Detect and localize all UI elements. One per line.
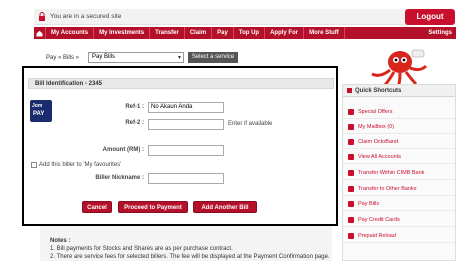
home-icon[interactable] bbox=[34, 27, 46, 39]
notes-title: Notes : bbox=[50, 238, 71, 244]
jompay-logo: Jom PAY bbox=[30, 100, 52, 122]
notes: Notes : 1. Bill payments for Stocks and … bbox=[50, 237, 330, 261]
nickname-label: Biller Nickname : bbox=[95, 175, 144, 181]
ref1-field[interactable]: No Akaun Anda bbox=[148, 102, 224, 113]
nav-top-up[interactable]: Top Up bbox=[234, 27, 266, 39]
nav-my-investments[interactable]: My Investments bbox=[94, 27, 151, 39]
shortcut-icon bbox=[348, 170, 354, 176]
nav-claim[interactable]: Claim bbox=[185, 27, 213, 39]
quick-shortcuts-header: Quick Shortcuts bbox=[343, 85, 455, 97]
shortcut-icon bbox=[347, 88, 352, 93]
shortcut-icon bbox=[348, 186, 354, 192]
ref2-hint: Enter if available bbox=[228, 121, 273, 127]
page: You are in a secured site Logout My Acco… bbox=[0, 0, 474, 261]
shortcut-label: Special Offers bbox=[358, 109, 393, 115]
service-select-value: Pay Bills bbox=[92, 54, 116, 60]
ref1-label: Ref-1 : bbox=[125, 104, 144, 110]
nav-more-stuff[interactable]: More Stuff bbox=[304, 27, 345, 39]
service-select[interactable]: Pay Bills ▾ bbox=[88, 52, 184, 63]
amount-field[interactable] bbox=[148, 145, 224, 156]
shortcut-icon bbox=[348, 139, 354, 145]
chevron-down-icon: ▾ bbox=[177, 55, 181, 61]
shortcut-transfer-other-banks[interactable]: Transfer to Other Banks bbox=[343, 182, 455, 196]
shortcut-label: Pay Bills bbox=[358, 201, 380, 207]
shortcut-icon bbox=[348, 154, 354, 160]
shortcut-label: My Mailbox (0) bbox=[358, 124, 395, 130]
shortcut-transfer-within-cimb[interactable]: Transfer Within CIMB Bank bbox=[343, 166, 455, 180]
nav-apply-for[interactable]: Apply For bbox=[265, 27, 305, 39]
favourite-label: Add this biller to 'My favourites' bbox=[39, 162, 122, 168]
nav-transfer[interactable]: Transfer bbox=[150, 27, 185, 39]
ref2-label: Ref-2 : bbox=[125, 120, 144, 126]
secure-site-text: You are in a secured site bbox=[50, 13, 122, 20]
main-nav: My Accounts My Investments Transfer Clai… bbox=[34, 27, 456, 39]
shortcut-icon bbox=[348, 124, 354, 130]
notes-line: 2. There are service fees for selected b… bbox=[50, 254, 330, 260]
select-service-button[interactable]: Select a service bbox=[188, 52, 238, 63]
shortcut-label: Claim OctoBand bbox=[358, 139, 399, 145]
ref2-field[interactable] bbox=[148, 119, 224, 130]
nickname-field[interactable] bbox=[148, 173, 224, 184]
shortcut-prepaid-reload[interactable]: Prepaid Reload bbox=[343, 229, 455, 243]
breadcrumb: Pay » Bills » bbox=[46, 55, 80, 61]
favourite-checkbox[interactable] bbox=[31, 162, 37, 168]
octopus-mascot bbox=[371, 49, 428, 88]
shortcut-pay-credit-cards[interactable]: Pay Credit Cards bbox=[343, 213, 455, 227]
shortcut-icon bbox=[348, 201, 354, 207]
nav-pay[interactable]: Pay bbox=[212, 27, 234, 39]
shortcut-pay-bills[interactable]: Pay Bills bbox=[343, 197, 455, 211]
nav-settings[interactable]: Settings bbox=[428, 27, 452, 39]
proceed-to-payment-button[interactable]: Proceed to Payment bbox=[118, 201, 188, 213]
amount-label: Amount (RM) : bbox=[102, 147, 144, 153]
shortcut-special-offers[interactable]: Special Offers bbox=[343, 105, 455, 119]
shortcut-icon bbox=[348, 233, 354, 239]
shortcut-label: View All Accounts bbox=[358, 154, 402, 160]
notes-line: 1. Bill payments for Stocks and Shares a… bbox=[50, 246, 233, 252]
shortcut-label: Transfer to Other Banks bbox=[358, 186, 417, 192]
secure-site-bar: You are in a secured site bbox=[34, 9, 446, 25]
shortcut-label: Transfer Within CIMB Bank bbox=[358, 170, 425, 176]
bill-identification-modal: Bill Identification - 2345 Jom PAY Ref-1… bbox=[22, 66, 338, 226]
logout-button[interactable]: Logout bbox=[405, 9, 455, 25]
cancel-button[interactable]: Cancel bbox=[82, 201, 112, 213]
quick-shortcuts-panel: Quick Shortcuts Special Offers My Mailbo… bbox=[342, 84, 456, 261]
shortcut-icon bbox=[348, 109, 354, 115]
modal-title: Bill Identification - 2345 bbox=[35, 81, 103, 87]
shortcut-my-mailbox[interactable]: My Mailbox (0) bbox=[343, 120, 455, 134]
shortcut-icon bbox=[348, 217, 354, 223]
shortcut-label: Pay Credit Cards bbox=[358, 217, 400, 223]
nav-my-accounts[interactable]: My Accounts bbox=[46, 27, 95, 39]
jompay-logo-text-bottom: PAY bbox=[33, 111, 45, 117]
quick-shortcuts-title: Quick Shortcuts bbox=[355, 88, 402, 94]
modal-title-bar: Bill Identification - 2345 bbox=[28, 78, 334, 89]
shortcut-label: Prepaid Reload bbox=[358, 233, 396, 239]
lock-icon bbox=[39, 12, 45, 21]
modal-button-row: Cancel Proceed to Payment Add Another Bi… bbox=[82, 201, 292, 213]
add-another-bill-button[interactable]: Add Another Bill bbox=[193, 201, 257, 213]
shortcut-view-all-accounts[interactable]: View All Accounts bbox=[343, 150, 455, 164]
shortcut-claim-octoband[interactable]: Claim OctoBand bbox=[343, 135, 455, 149]
jompay-logo-text-top: Jom bbox=[32, 103, 43, 109]
